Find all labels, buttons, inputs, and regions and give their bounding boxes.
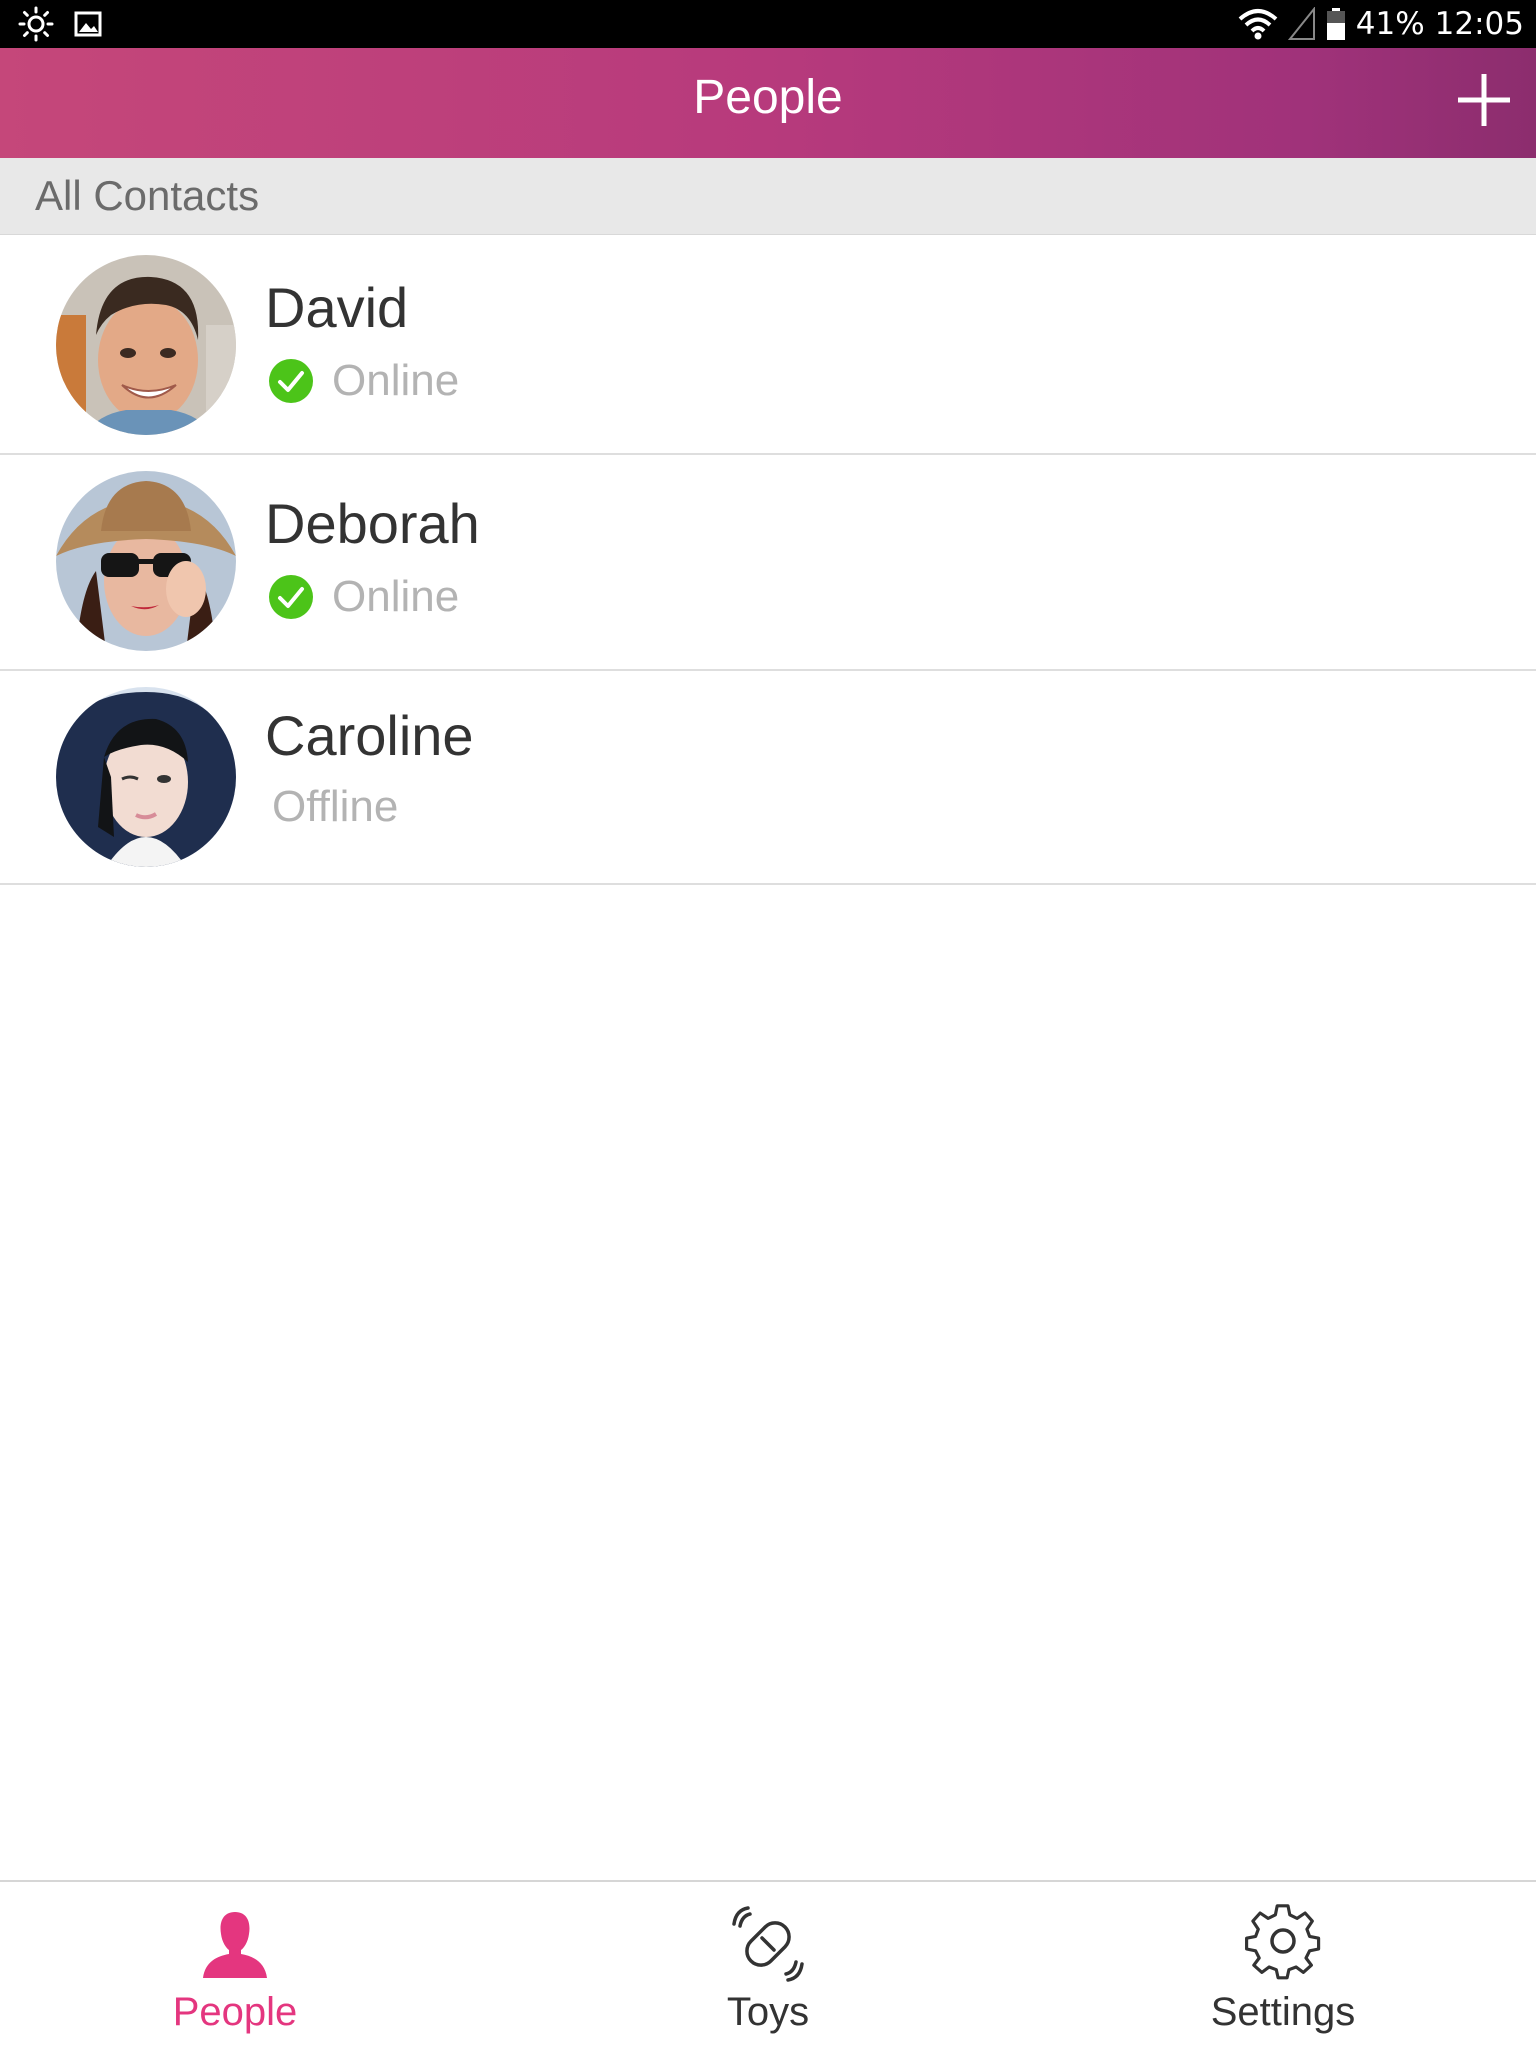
- section-header: All Contacts: [0, 158, 1536, 235]
- contact-status: Online: [268, 569, 459, 625]
- status-left-icons: [18, 6, 102, 42]
- avatar-david: [56, 255, 236, 435]
- toy-icon: [732, 1906, 804, 1982]
- contact-status: Offline: [272, 779, 398, 835]
- tab-label: Toys: [726, 1990, 810, 2034]
- contact-row-deborah[interactable]: Deborah Online: [0, 455, 1536, 671]
- plus-icon: [1458, 74, 1510, 126]
- contact-row-caroline[interactable]: Caroline Offline: [0, 671, 1536, 885]
- tab-settings[interactable]: Settings: [1133, 1882, 1433, 2050]
- tab-people[interactable]: People: [85, 1882, 385, 2050]
- contact-name: Caroline: [265, 704, 474, 767]
- battery-percentage: 41%: [1355, 6, 1425, 42]
- contact-name: David: [265, 276, 409, 339]
- add-contact-button[interactable]: [1452, 68, 1516, 132]
- section-label: All Contacts: [35, 172, 260, 219]
- image-icon: [74, 11, 102, 37]
- avatar-caroline: [56, 687, 236, 867]
- online-check-icon: [269, 359, 313, 403]
- battery-icon: [1326, 8, 1345, 40]
- avatar-deborah: [56, 471, 236, 651]
- online-check-icon: [269, 575, 313, 619]
- contact-row-david[interactable]: David Online: [0, 235, 1536, 455]
- status-bar: 41% 12:05: [0, 0, 1536, 48]
- status-right-icons: 41% 12:05: [1238, 4, 1524, 44]
- gear-icon: [1245, 1904, 1321, 1980]
- clock: 12:05: [1434, 6, 1524, 42]
- person-icon: [203, 1912, 267, 1978]
- page-title: People: [693, 71, 843, 124]
- status-text: Online: [332, 572, 460, 621]
- status-text: Online: [332, 356, 460, 405]
- wifi-icon: [1238, 9, 1278, 40]
- tab-label: People: [172, 1990, 298, 2034]
- contact-list: David Online Deborah Online Caroline Off…: [0, 235, 1536, 885]
- brightness-icon: [18, 6, 54, 42]
- tab-bar: People Toys Settings: [0, 1880, 1536, 2050]
- contact-status: Online: [268, 353, 459, 409]
- tab-label: Settings: [1210, 1990, 1356, 2034]
- contact-name: Deborah: [265, 492, 480, 555]
- tab-toys[interactable]: Toys: [618, 1882, 918, 2050]
- status-text: Offline: [272, 782, 399, 831]
- signal-icon: [1287, 7, 1315, 40]
- navigation-bar: People: [0, 48, 1536, 158]
